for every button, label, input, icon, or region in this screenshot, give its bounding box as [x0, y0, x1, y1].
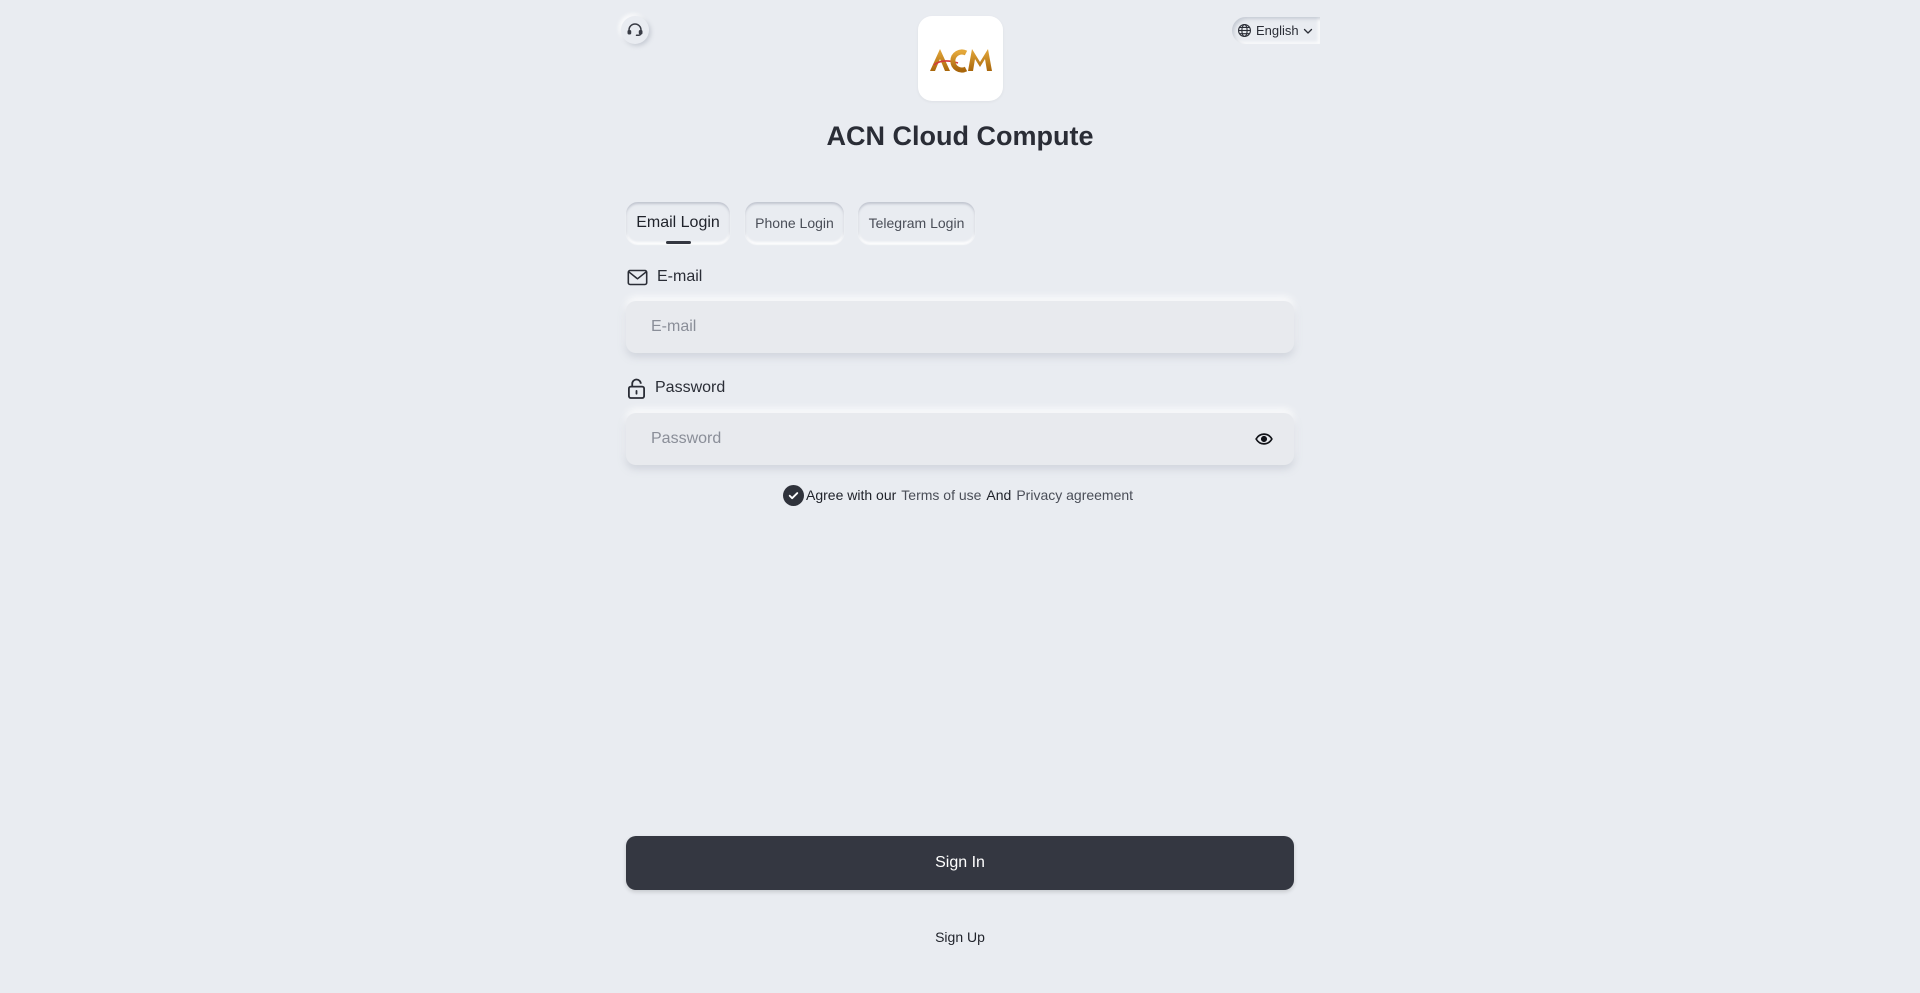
agree-checkbox[interactable]	[783, 484, 804, 506]
sign-up-link[interactable]: Sign Up	[935, 929, 985, 945]
brand-logo	[918, 16, 1003, 101]
page-title: ACN Cloud Compute	[826, 121, 1094, 151]
password-input[interactable]	[651, 430, 1254, 448]
email-label-text: E-mail	[657, 268, 703, 285]
headset-icon	[627, 23, 643, 36]
toggle-password-visibility-button[interactable]	[1254, 429, 1274, 449]
tab-label: Phone Login	[755, 215, 834, 231]
sign-up-row: Sign Up	[0, 929, 1920, 945]
check-icon	[788, 491, 799, 499]
eye-icon	[1255, 433, 1273, 445]
agreement-row: Agree with our Terms of use And Privacy …	[783, 484, 1133, 506]
agree-and-text: And	[986, 487, 1012, 503]
tab-label: Email Login	[636, 214, 720, 231]
acm-logo-icon	[929, 48, 992, 72]
mail-icon	[627, 269, 648, 285]
privacy-agreement-link[interactable]: Privacy agreement	[1016, 487, 1133, 503]
email-label: E-mail	[627, 266, 702, 288]
agree-prefix-text: Agree with our	[806, 487, 897, 503]
chevron-down-icon	[1303, 28, 1312, 34]
password-input-container	[626, 413, 1294, 465]
globe-icon	[1238, 24, 1251, 37]
tab-telegram-login[interactable]: Telegram Login	[858, 202, 975, 244]
sign-in-button[interactable]: Sign In	[626, 836, 1294, 890]
email-input[interactable]	[651, 318, 1274, 336]
password-label-text: Password	[655, 379, 726, 396]
tab-email-login[interactable]: Email Login	[626, 202, 730, 244]
email-input-container	[626, 301, 1294, 353]
unlock-icon	[627, 378, 646, 399]
tab-phone-login[interactable]: Phone Login	[745, 202, 844, 244]
password-label: Password	[627, 377, 725, 399]
active-tab-indicator	[666, 241, 691, 244]
tab-label: Telegram Login	[868, 215, 965, 231]
language-selector[interactable]: English	[1232, 17, 1320, 44]
terms-of-use-link[interactable]: Terms of use	[901, 487, 981, 503]
customer-support-button[interactable]	[621, 16, 649, 44]
login-page: English ACN Cloud Compute Email Login Ph…	[0, 0, 1920, 993]
language-label: English	[1256, 23, 1299, 38]
